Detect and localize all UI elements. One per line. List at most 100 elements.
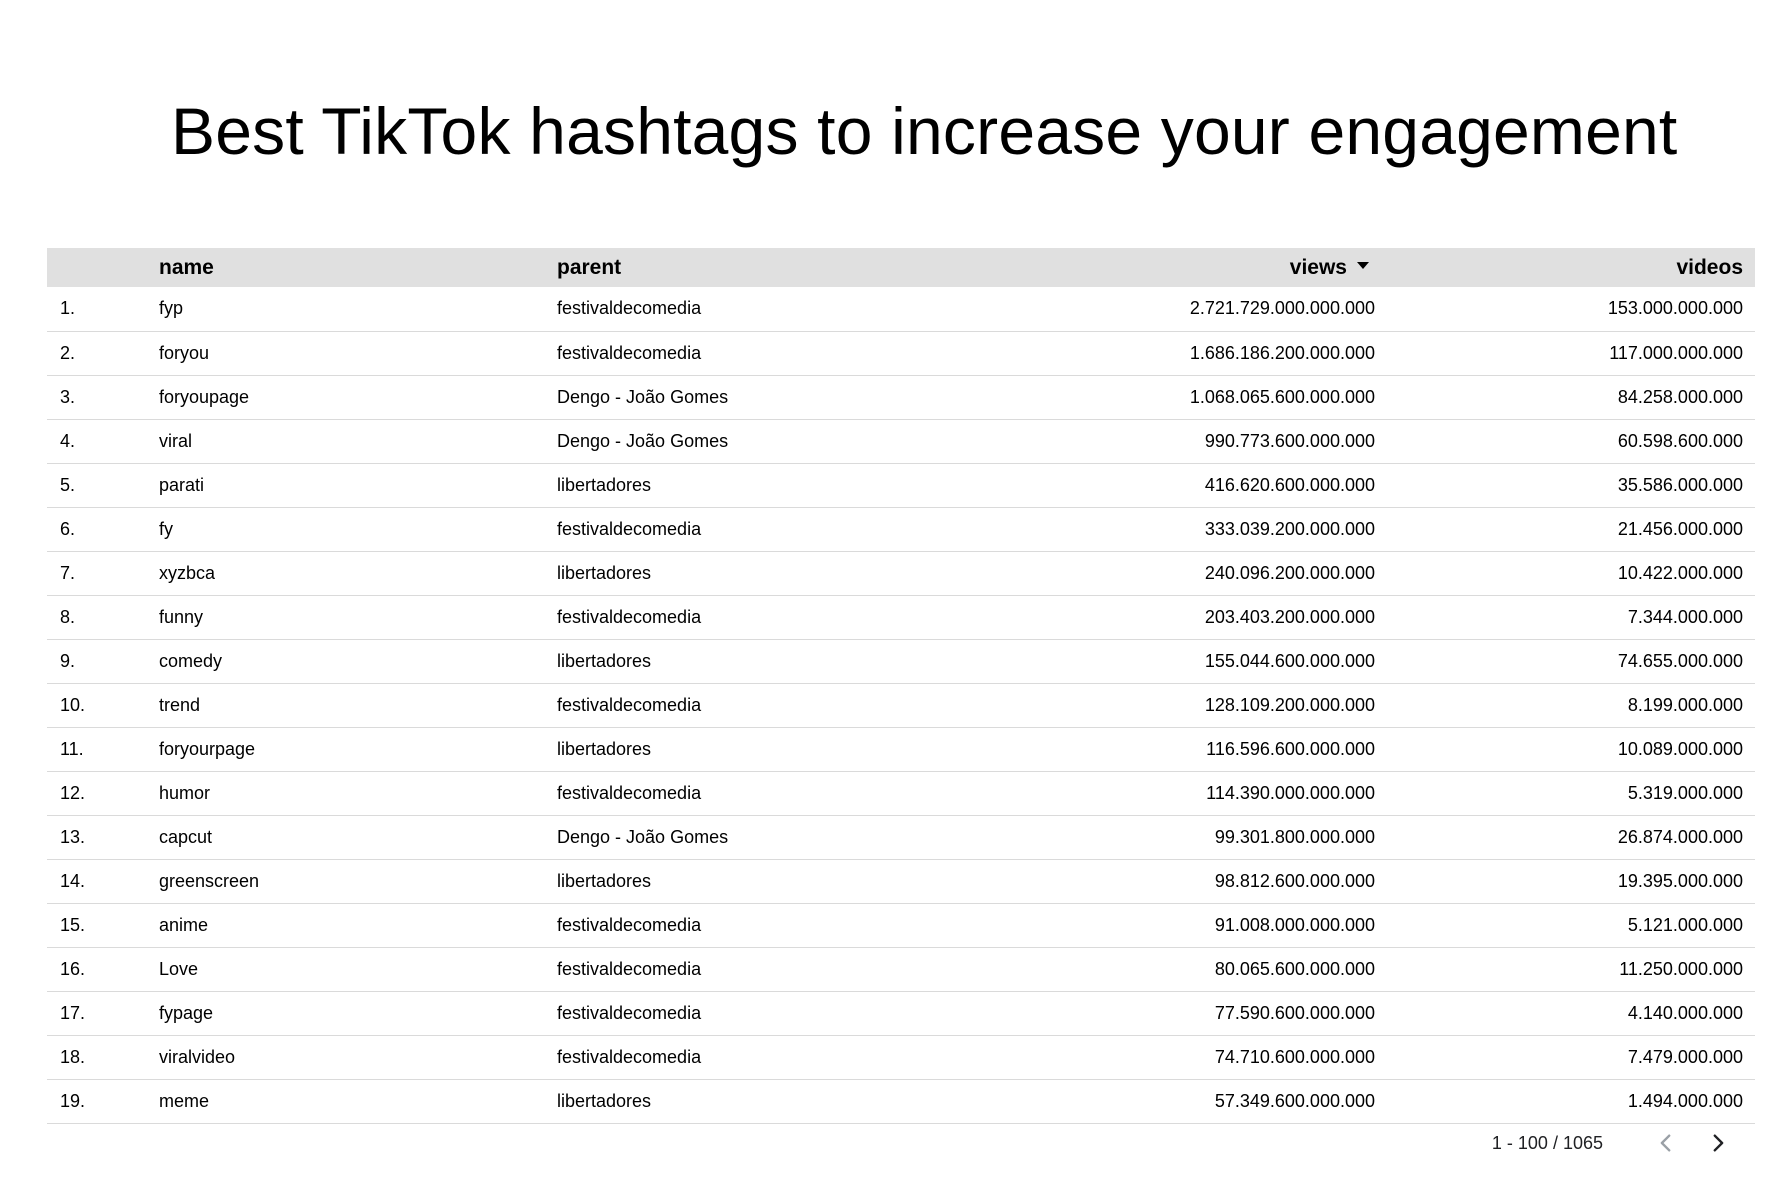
- cell-name: fy: [159, 518, 174, 539]
- cell-name: viralvideo: [159, 1046, 236, 1067]
- cell-parent: festivaldecomedia: [557, 914, 702, 935]
- cell-index: 1.: [60, 298, 76, 319]
- cell-name: foryou: [159, 342, 210, 363]
- cell-parent: festivaldecomedia: [557, 518, 702, 539]
- cell-index: 4.: [60, 430, 76, 451]
- cell-parent: festivaldecomedia: [557, 694, 702, 715]
- cell-videos: 7.479.000.000: [1627, 1046, 1743, 1067]
- cell-views: 128.109.200.000.000: [1204, 694, 1375, 715]
- cell-index: 3.: [60, 386, 76, 407]
- hashtag-table: name parent views videos 1. fyp festivalde…: [47, 248, 1755, 1124]
- column-header-views[interactable]: views: [907, 248, 1375, 287]
- table-row: 18. viralvideo festivaldecomedia 74.710.600…: [47, 1035, 1755, 1079]
- cell-index: 7.: [60, 562, 76, 583]
- table-row: 14. greenscreen libertadores 98.812.600.000…: [47, 859, 1755, 903]
- page-title: Best TikTok hashtags to increase your en…: [171, 94, 1678, 168]
- cell-views: 98.812.600.000.000: [1214, 870, 1375, 891]
- cell-name: capcut: [159, 826, 213, 847]
- cell-name: foryoupage: [159, 386, 250, 407]
- table-row: 5. parati libertadores 416.620.600.000.000 3…: [47, 463, 1755, 507]
- cell-index: 8.: [60, 606, 76, 627]
- table-row: 7. xyzbca libertadores 240.096.200.000.000 1…: [47, 551, 1755, 595]
- cell-videos: 8.199.000.000: [1627, 694, 1743, 715]
- cell-videos: 4.140.000.000: [1627, 1002, 1743, 1023]
- cell-videos: 153.000.000.000: [1607, 298, 1743, 319]
- table-row: 15. anime festivaldecomedia 91.008.000.000.…: [47, 903, 1755, 947]
- cell-parent: festivaldecomedia: [557, 1046, 702, 1067]
- cell-videos: 26.874.000.000: [1617, 826, 1743, 847]
- cell-views: 2.721.729.000.000.000: [1189, 298, 1375, 319]
- cell-name: Love: [159, 958, 199, 979]
- previous-page-button[interactable]: [1649, 1126, 1683, 1160]
- table-row: 13. capcut Dengo - João Gomes 99.301.800.00…: [47, 815, 1755, 859]
- cell-parent: festivaldecomedia: [557, 298, 702, 319]
- next-page-button[interactable]: [1701, 1126, 1735, 1160]
- cell-name: trend: [159, 694, 201, 715]
- cell-videos: 11.250.000.000: [1619, 958, 1743, 979]
- cell-videos: 84.258.000.000: [1617, 386, 1743, 407]
- column-header-views-label: views: [1289, 255, 1347, 279]
- table-row: 11. foryourpage libertadores 116.596.600.00…: [47, 727, 1755, 771]
- column-header-parent[interactable]: parent: [557, 248, 907, 287]
- table-row: 10. trend festivaldecomedia 128.109.200.000…: [47, 683, 1755, 727]
- cell-name: comedy: [159, 650, 223, 671]
- cell-videos: 19.395.000.000: [1617, 870, 1743, 891]
- table-row: 19. meme libertadores 57.349.600.000.000 1.4…: [47, 1079, 1755, 1123]
- cell-views: 114.390.000.000.000: [1206, 782, 1375, 803]
- cell-views: 57.349.600.000.000: [1214, 1090, 1375, 1111]
- cell-parent: festivaldecomedia: [557, 782, 702, 803]
- cell-parent: Dengo - João Gomes: [557, 826, 729, 847]
- sort-desc-icon: [1357, 262, 1369, 269]
- cell-views: 99.301.800.000.000: [1214, 826, 1375, 847]
- table-row: 2. foryou festivaldecomedia 1.686.186.200.0…: [47, 331, 1755, 375]
- cell-videos: 35.586.000.000: [1617, 474, 1743, 495]
- column-header-name[interactable]: name: [159, 248, 557, 287]
- cell-name: funny: [159, 606, 204, 627]
- cell-views: 77.590.600.000.000: [1214, 1002, 1375, 1023]
- cell-parent: festivaldecomedia: [557, 958, 702, 979]
- cell-index: 17.: [60, 1002, 86, 1023]
- cell-name: meme: [159, 1090, 210, 1111]
- table-body: 1. fyp festivaldecomedia 2.721.729.000.000.…: [47, 287, 1755, 1123]
- cell-name: fypage: [159, 1002, 214, 1023]
- cell-views: 240.096.200.000.000: [1204, 562, 1375, 583]
- cell-videos: 60.598.600.000: [1617, 430, 1743, 451]
- cell-parent: Dengo - João Gomes: [557, 430, 729, 451]
- cell-index: 12.: [60, 782, 86, 803]
- table-row: 4. viral Dengo - João Gomes 990.773.600.000…: [47, 419, 1755, 463]
- cell-views: 74.710.600.000.000: [1214, 1046, 1375, 1067]
- cell-videos: 117.000.000.000: [1609, 342, 1743, 363]
- pagination-range: 1 - 100 / 1065: [1491, 1132, 1603, 1153]
- cell-videos: 5.319.000.000: [1627, 782, 1743, 803]
- cell-name: anime: [159, 914, 209, 935]
- cell-parent: libertadores: [557, 738, 652, 759]
- cell-index: 9.: [60, 650, 76, 671]
- cell-parent: libertadores: [557, 870, 652, 891]
- table-row: 12. humor festivaldecomedia 114.390.000.000…: [47, 771, 1755, 815]
- cell-parent: libertadores: [557, 1090, 652, 1111]
- cell-videos: 21.456.000.000: [1617, 518, 1743, 539]
- table-row: 9. comedy libertadores 155.044.600.000.000 7…: [47, 639, 1755, 683]
- cell-videos: 5.121.000.000: [1627, 914, 1743, 935]
- cell-videos: 1.494.000.000: [1627, 1090, 1743, 1111]
- cell-videos: 10.089.000.000: [1617, 738, 1743, 759]
- column-header-videos[interactable]: videos: [1375, 248, 1755, 287]
- cell-index: 5.: [60, 474, 76, 495]
- cell-views: 91.008.000.000.000: [1214, 914, 1375, 935]
- cell-views: 1.068.065.600.000.000: [1189, 386, 1375, 407]
- table-row: 3. foryoupage Dengo - João Gomes 1.068.065.…: [47, 375, 1755, 419]
- cell-parent: libertadores: [557, 474, 652, 495]
- chevron-right-icon: [1713, 1134, 1724, 1152]
- column-header-index: [47, 248, 159, 287]
- cell-views: 80.065.600.000.000: [1214, 958, 1375, 979]
- cell-parent: libertadores: [557, 562, 652, 583]
- cell-views: 155.044.600.000.000: [1204, 650, 1375, 671]
- cell-index: 18.: [60, 1046, 86, 1067]
- cell-name: xyzbca: [159, 562, 216, 583]
- cell-views: 1.686.186.200.000.000: [1189, 342, 1375, 363]
- cell-index: 11.: [60, 738, 84, 759]
- cell-index: 2.: [60, 342, 76, 363]
- cell-index: 13.: [60, 826, 86, 847]
- table-row: 17. fypage festivaldecomedia 77.590.600.000…: [47, 991, 1755, 1035]
- cell-index: 16.: [60, 958, 86, 979]
